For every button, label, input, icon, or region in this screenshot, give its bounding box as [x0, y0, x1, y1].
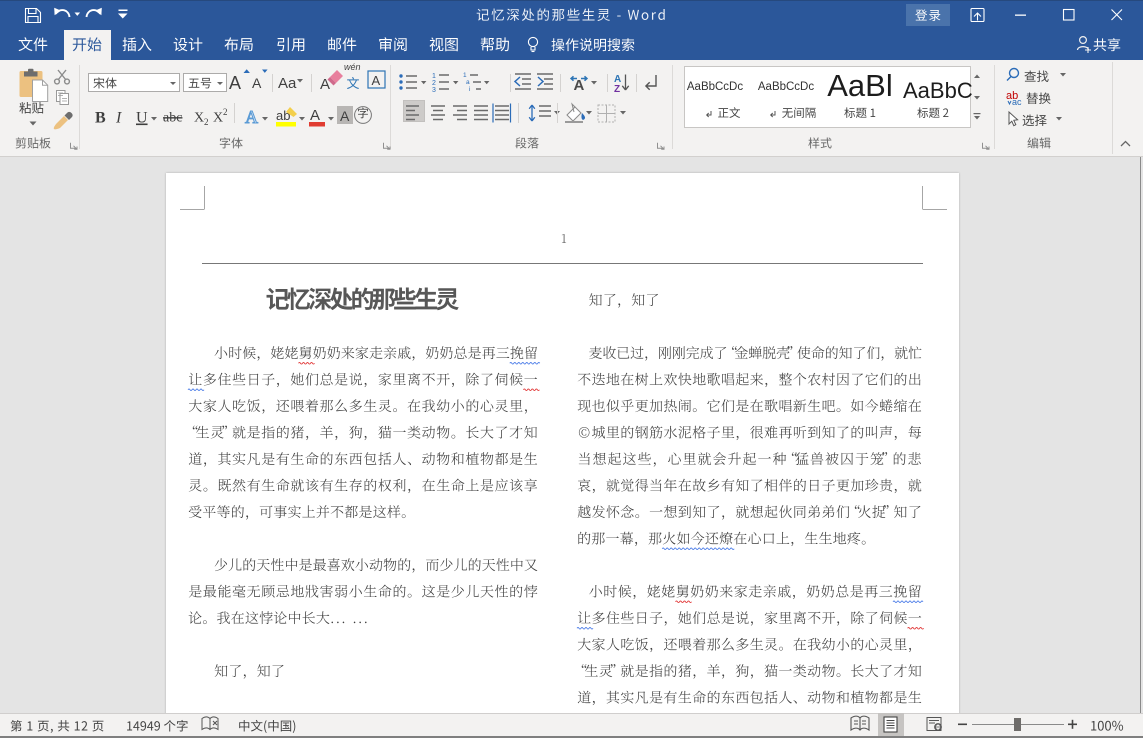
svg-text:Aa: Aa [278, 75, 297, 92]
svg-text:X: X [194, 111, 204, 126]
svg-text:U: U [136, 110, 148, 127]
svg-text:ac: ac [1012, 97, 1022, 107]
svg-text:X: X [213, 111, 223, 126]
svg-text:A: A [310, 107, 320, 124]
svg-text:A: A [229, 73, 241, 93]
svg-text:1: 1 [463, 72, 467, 79]
svg-text:A: A [340, 108, 350, 124]
svg-text:a: a [466, 79, 470, 86]
svg-text:I: I [115, 110, 122, 127]
svg-text:2: 2 [204, 117, 209, 127]
svg-text:A: A [252, 75, 262, 91]
svg-text:2: 2 [223, 107, 228, 117]
svg-text:A: A [372, 73, 381, 88]
svg-text:Z: Z [614, 84, 620, 95]
svg-text:3: 3 [432, 87, 436, 94]
svg-text:1: 1 [432, 73, 436, 80]
svg-text:B: B [95, 110, 106, 127]
svg-text:abc: abc [163, 111, 182, 126]
svg-text:2: 2 [432, 80, 436, 87]
svg-text:A: A [574, 77, 585, 94]
svg-text:i: i [469, 86, 470, 93]
svg-text:A: A [245, 107, 258, 127]
